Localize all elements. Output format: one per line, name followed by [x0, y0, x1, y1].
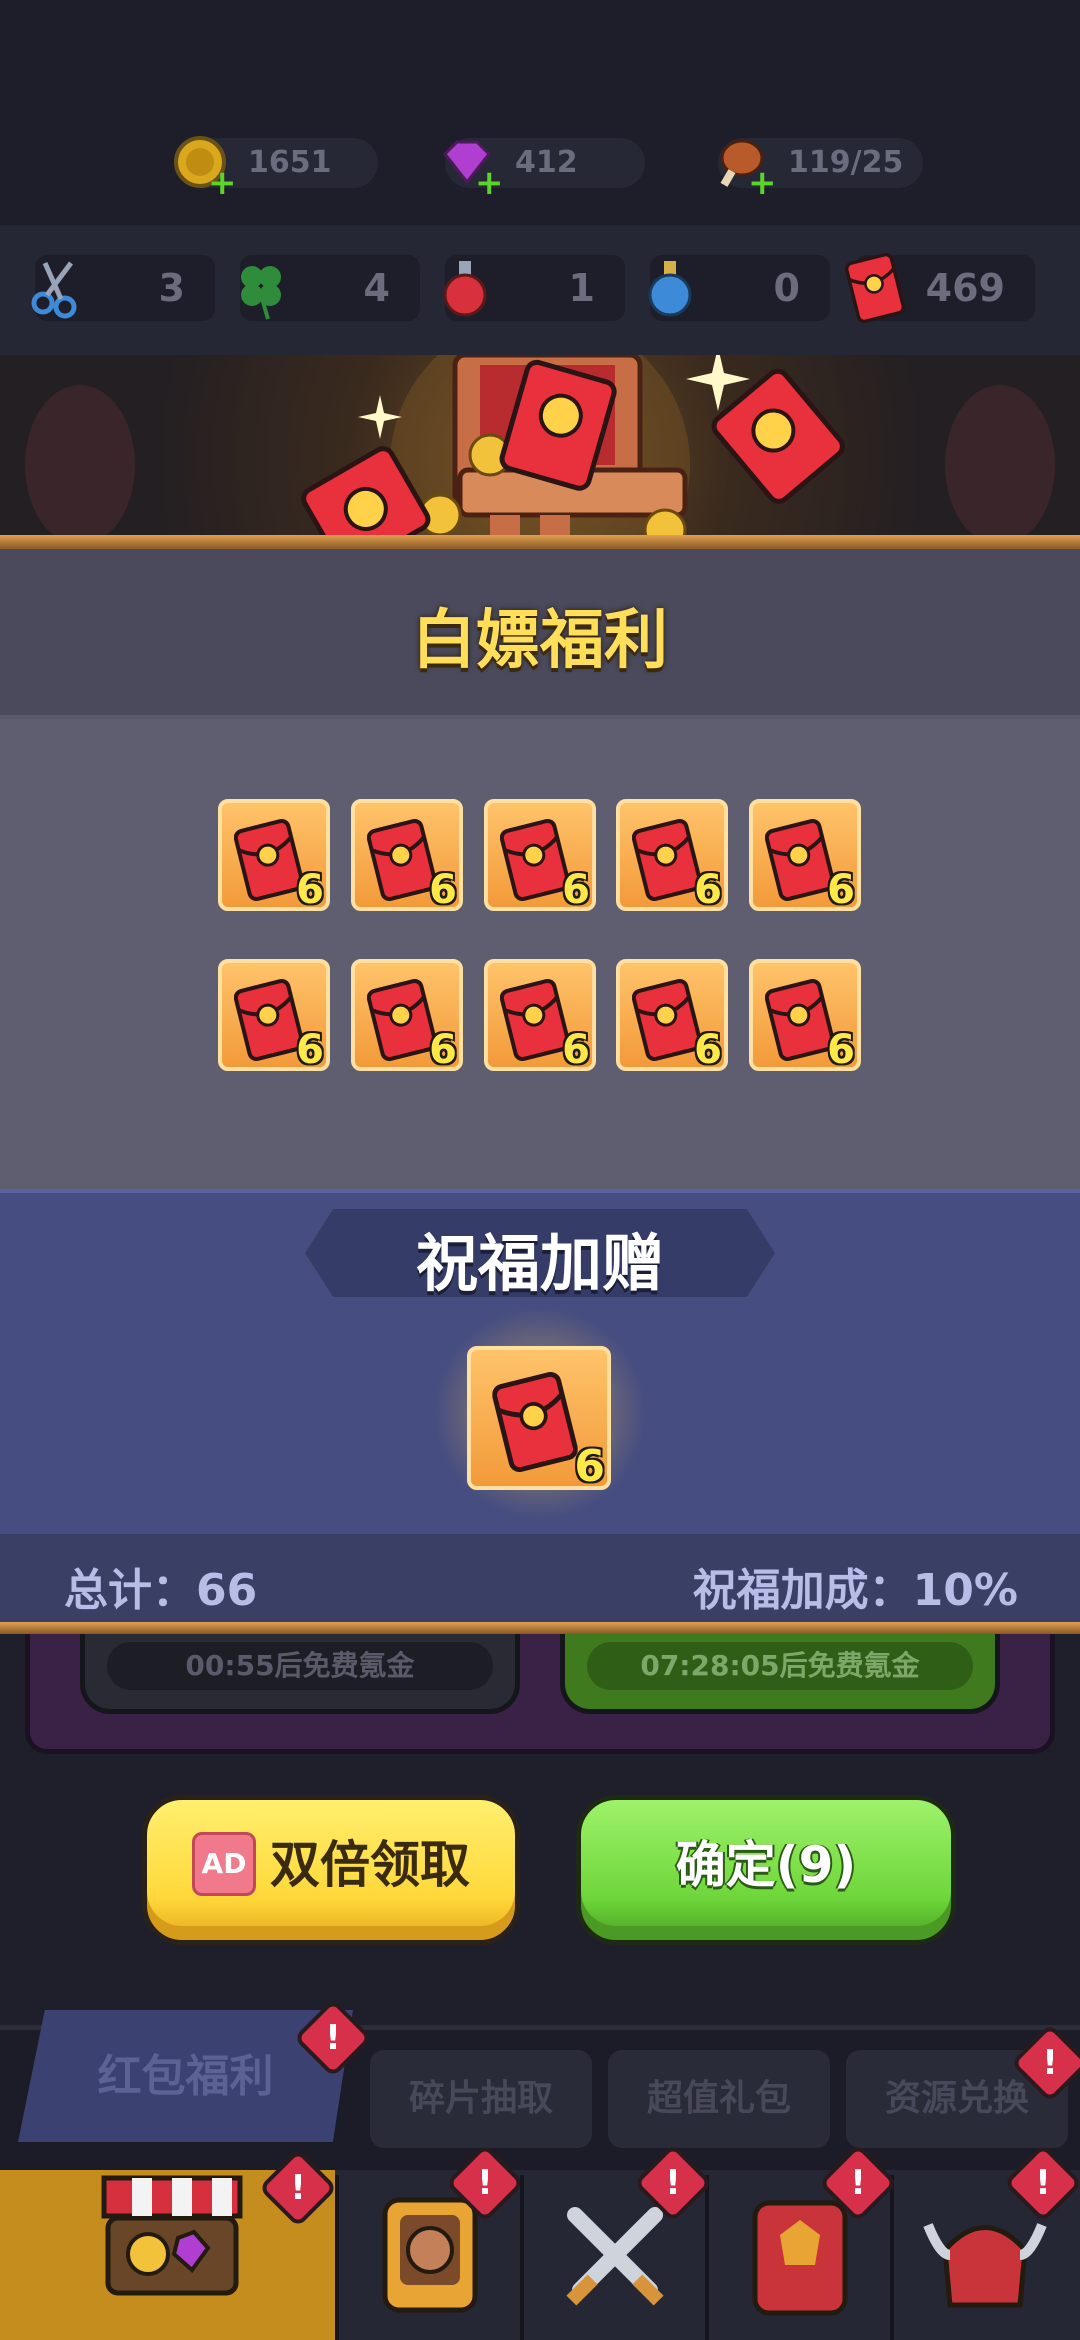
gem-value: 412 — [515, 145, 578, 180]
reward-card[interactable]: 6 — [218, 959, 330, 1073]
red-potion-icon — [443, 261, 487, 317]
confirm-button[interactable]: 确定(9) — [576, 1795, 956, 1945]
reward-grid: 6 6 6 6 6 6 6 6 6 6 — [0, 719, 1080, 1189]
helmet-icon[interactable] — [920, 2195, 1050, 2320]
double-claim-label: 双倍领取 — [270, 1836, 470, 1894]
shop-icon[interactable] — [98, 2158, 246, 2298]
scissors-icon — [31, 261, 77, 319]
reward-card[interactable]: 6 — [616, 959, 728, 1073]
tab-fragment-draw[interactable]: 碎片抽取 — [370, 2050, 592, 2148]
blue-potion-value: 0 — [773, 266, 800, 310]
gold-value: 1651 — [248, 145, 332, 180]
hero-card-icon[interactable] — [375, 2195, 485, 2315]
reward-card[interactable]: 6 — [218, 799, 330, 913]
red-potion-value: 1 — [568, 266, 595, 310]
clover-value: 4 — [363, 266, 390, 310]
red-potion-counter: 1 — [443, 255, 625, 321]
double-claim-button[interactable]: AD 双倍领取 — [142, 1795, 520, 1945]
nav-separator — [890, 2175, 894, 2340]
red-envelope-icon — [500, 819, 570, 901]
book-icon[interactable] — [745, 2195, 855, 2320]
blue-potion-counter: 0 — [648, 255, 830, 321]
red-envelope-value: 469 — [925, 266, 1005, 310]
bonus-reward-count: 6 — [574, 1441, 605, 1492]
total-label: 总计：66 — [64, 1565, 258, 1616]
reward-card[interactable]: 6 — [749, 799, 861, 913]
nav-separator — [705, 2175, 709, 2340]
modal-header: 白嫖福利 — [0, 549, 1080, 719]
reward-card[interactable]: 6 — [616, 799, 728, 913]
gold-counter[interactable]: + 1651 — [174, 136, 378, 200]
bonus-section: 祝福加赠 6 — [0, 1189, 1080, 1534]
bonus-title: 祝福加赠 — [415, 1227, 664, 1300]
reward-count: 6 — [562, 1027, 590, 1073]
red-envelope-icon — [765, 979, 835, 1061]
alert-icon-glyph: ! — [1035, 2163, 1051, 2203]
red-envelope-icon — [367, 979, 437, 1061]
resource-bar: 3 4 1 0 469 — [0, 225, 1080, 355]
ad-icon: AD — [192, 1831, 256, 1896]
timer-right[interactable]: 07:28:05后免费氪金 — [560, 1634, 1000, 1714]
red-envelope-icon — [234, 979, 304, 1061]
modal-title: 白嫖福利 — [412, 604, 668, 678]
reward-card[interactable]: 6 — [484, 959, 596, 1073]
alert-icon-glyph: ! — [477, 2163, 493, 2203]
confirm-label: 确定(9) — [675, 1836, 857, 1894]
tab-red-envelope[interactable]: 红包福利 — [18, 2040, 353, 2104]
modal-bottom-border — [0, 1622, 1080, 1634]
red-envelope-icon — [632, 819, 702, 901]
reward-count: 6 — [429, 867, 457, 913]
clover-icon — [241, 266, 281, 320]
alert-icon-glyph: ! — [290, 2168, 306, 2208]
add-meat-icon[interactable]: + — [748, 166, 777, 200]
bonus-rate-label: 祝福加成：10% — [692, 1565, 1018, 1616]
reward-banner — [0, 355, 1080, 540]
timer-left[interactable]: 00:55后免费氪金 — [80, 1634, 520, 1714]
reward-count: 6 — [296, 1027, 324, 1073]
red-envelope-icon — [500, 979, 570, 1061]
alert-icon-glyph: ! — [850, 2163, 866, 2203]
red-envelope-icon — [845, 253, 905, 323]
alert-icon-glyph: ! — [1042, 2043, 1058, 2083]
reward-count: 6 — [562, 867, 590, 913]
blue-potion-icon — [648, 261, 692, 317]
alert-icon-glyph: ! — [325, 2018, 341, 2058]
red-envelope-icon — [491, 1372, 579, 1472]
total-bar: 总计：66 祝福加成：10% — [0, 1534, 1080, 1626]
treasure-chest-illustration — [25, 355, 1055, 540]
reward-card[interactable]: 6 — [351, 799, 463, 913]
gem-counter[interactable]: + 412 — [442, 138, 645, 200]
meat-value: 119/25 — [788, 145, 904, 180]
red-envelope-icon — [632, 979, 702, 1061]
alert-icon-glyph: ! — [665, 2163, 681, 2203]
add-gem-icon[interactable]: + — [475, 166, 504, 200]
red-envelope-icon — [765, 819, 835, 901]
reward-count: 6 — [827, 1027, 855, 1073]
clover-counter: 4 — [240, 255, 420, 321]
nav-separator — [335, 2175, 339, 2340]
meat-counter[interactable]: + 119/25 — [718, 138, 923, 200]
timer-left-text: 00:55后免费氪金 — [107, 1642, 493, 1690]
modal-top-border — [0, 535, 1080, 549]
nav-separator — [520, 2175, 524, 2340]
reward-card[interactable]: 6 — [749, 959, 861, 1073]
reward-card[interactable]: 6 — [351, 959, 463, 1073]
scissors-counter: 3 — [31, 255, 215, 321]
timer-right-text: 07:28:05后免费氪金 — [587, 1642, 973, 1690]
reward-count: 6 — [694, 1027, 722, 1073]
red-envelope-icon — [367, 819, 437, 901]
reward-count: 6 — [296, 867, 324, 913]
reward-count: 6 — [827, 867, 855, 913]
currency-bar: + 1651 + 412 + 119/25 — [0, 0, 1080, 225]
reward-count: 6 — [694, 867, 722, 913]
red-envelope-icon — [234, 819, 304, 901]
bonus-reward-card[interactable]: 6 — [467, 1346, 611, 1492]
tab-value-pack[interactable]: 超值礼包 — [608, 2050, 830, 2148]
reward-count: 6 — [429, 1027, 457, 1073]
crossed-swords-icon[interactable] — [555, 2195, 675, 2315]
add-gold-icon[interactable]: + — [208, 166, 237, 200]
reward-card[interactable]: 6 — [484, 799, 596, 913]
red-envelope-counter: 469 — [855, 255, 1035, 321]
scissors-value: 3 — [158, 266, 185, 310]
